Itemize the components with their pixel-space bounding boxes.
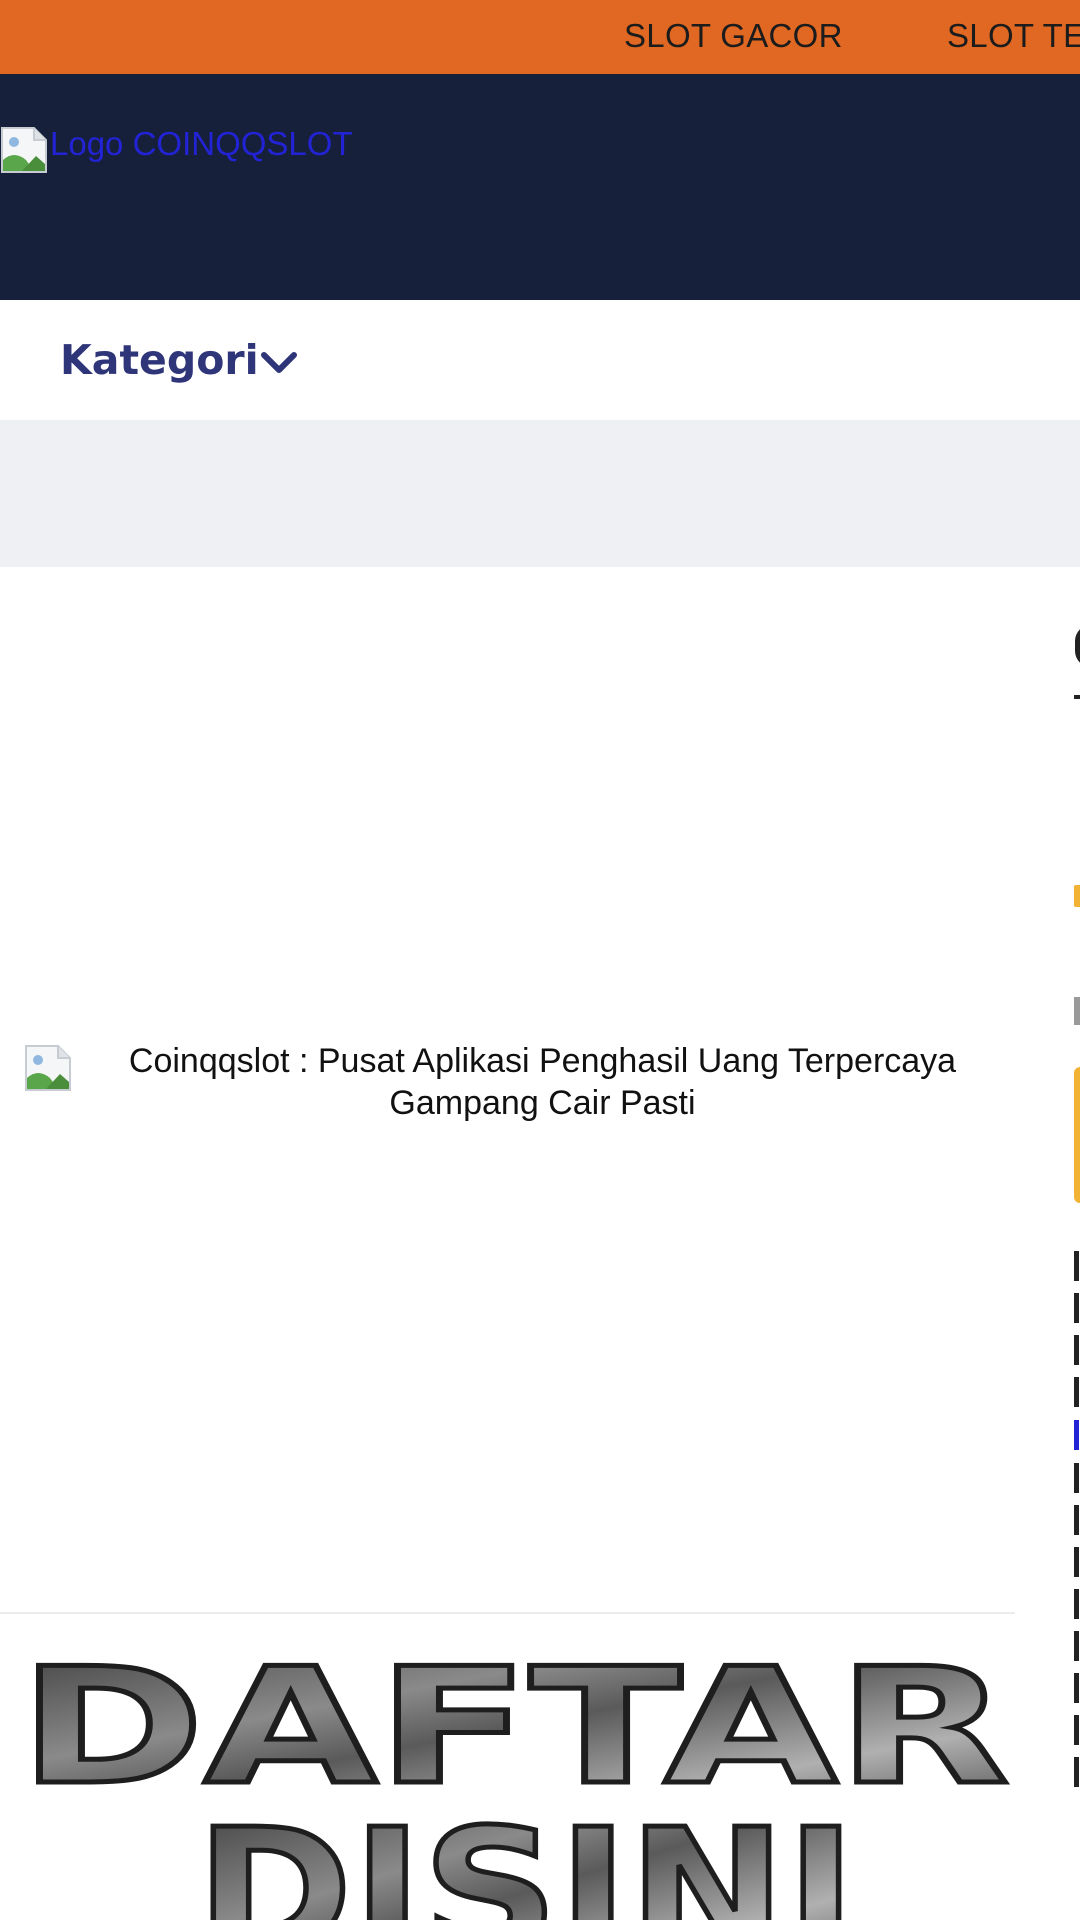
category-bar: Kategori [0, 300, 1080, 420]
hero-alt-text: Coinqqslot : Pusat Aplikasi Penghasil Ua… [128, 1042, 957, 1122]
offscreen-column-edge [1074, 625, 1080, 1805]
daftar-disini-banner[interactable]: DAFTAR DISINI [14, 1650, 1014, 1920]
logo-alt-text: Logo COINQQSLOT [50, 125, 353, 162]
banner-line-2: DISINI [196, 1793, 856, 1920]
gray-band [0, 420, 1080, 567]
nav-link-slot-gacor[interactable]: SLOT GACOR [624, 0, 843, 74]
category-label[interactable]: Kategori [60, 336, 259, 384]
divider [0, 1612, 1015, 1614]
top-nav-bar: SLOT GACOR SLOT TE [0, 0, 1080, 74]
chevron-down-icon[interactable] [260, 350, 298, 376]
logo-link[interactable]: Logo COINQQSLOT [0, 124, 353, 174]
broken-image-icon [1, 127, 47, 173]
hero-image: Coinqqslot : Pusat Aplikasi Penghasil Ua… [0, 1040, 1015, 1130]
nav-link-slot-te[interactable]: SLOT TE [947, 0, 1080, 74]
broken-image-icon [25, 1045, 71, 1091]
site-header: Logo COINQQSLOT [0, 74, 1080, 300]
